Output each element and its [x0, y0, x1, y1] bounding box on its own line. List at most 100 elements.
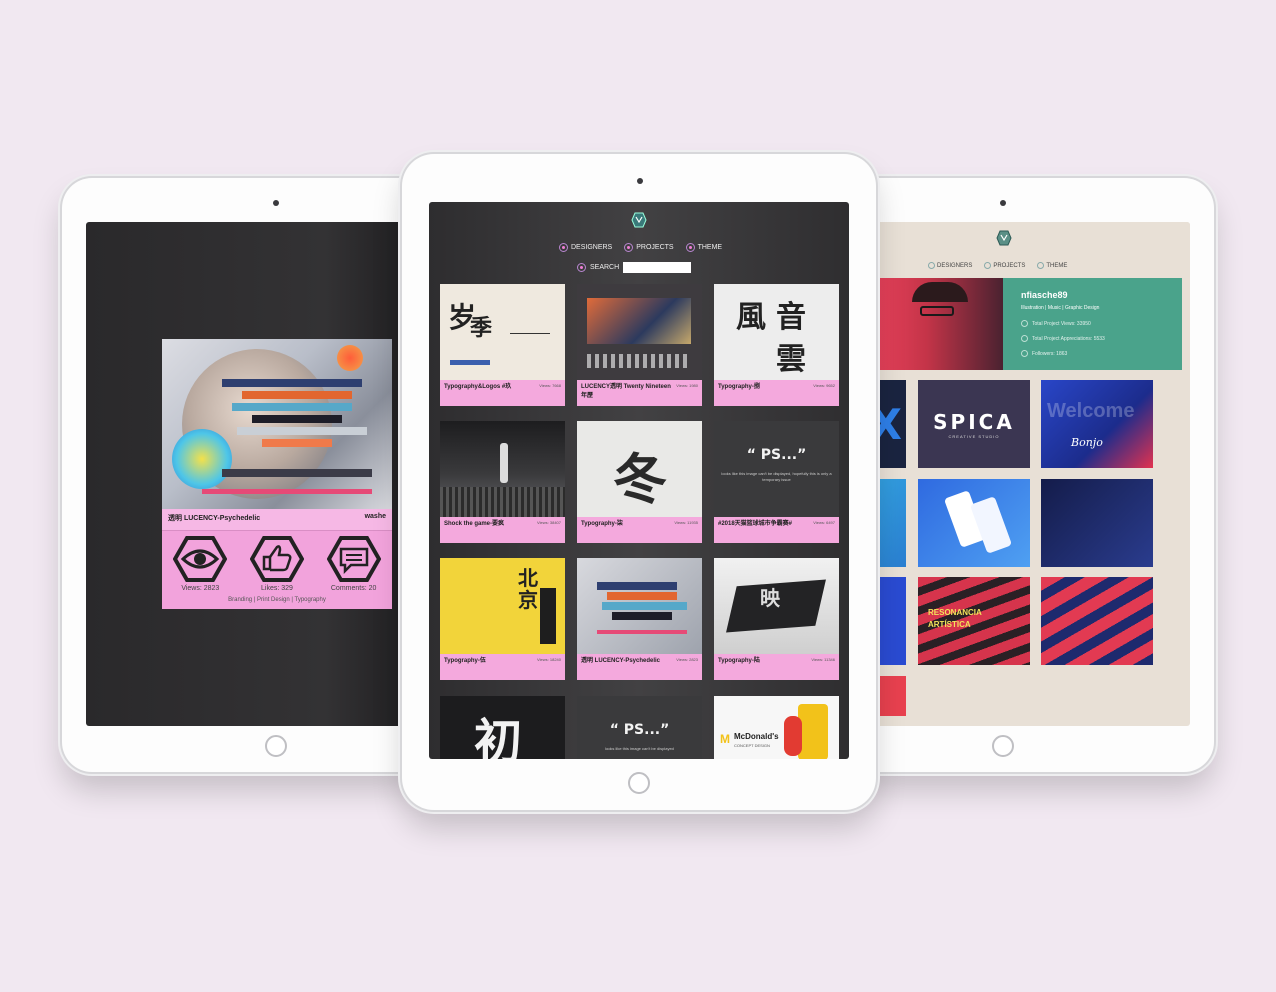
- card-views: Views: 18240: [537, 657, 561, 662]
- project-card[interactable]: 透明 LUCENCY-Psychedelic Views: 2823: [577, 558, 702, 680]
- project-thumbnail: 冬: [577, 421, 702, 517]
- broken-image-note: looks like this image can't be displayed…: [721, 471, 832, 482]
- card-title: #2018天猫篮球城市争霸赛#: [718, 521, 793, 527]
- comments-stat[interactable]: Comments: 20: [318, 535, 390, 592]
- views-icon: [1021, 320, 1028, 327]
- card-title: Typography-柒: [581, 521, 623, 527]
- home-button[interactable]: [628, 772, 650, 794]
- project-card[interactable]: Shock the game-要疯 Views: 38407: [440, 421, 565, 543]
- comment-icon[interactable]: [326, 535, 381, 583]
- project-card[interactable]: 岁 季 Typography&Logos #玖 Views: 7668: [440, 284, 565, 406]
- project-tile[interactable]: Welcome Bonjo: [1041, 380, 1153, 468]
- search-label: SEARCH: [590, 264, 620, 271]
- project-card[interactable]: “ PS...” looks like this image can't be …: [577, 696, 702, 759]
- card-views: Views: 11346: [811, 657, 835, 662]
- project-tile[interactable]: RESONANCIA ARTÍSTICA: [918, 577, 1030, 665]
- card-views: Views: 6497: [813, 520, 835, 525]
- search-input[interactable]: [623, 262, 692, 273]
- home-button[interactable]: [992, 735, 1014, 757]
- projects-icon: [984, 262, 992, 269]
- card-views: Views: 1980: [676, 383, 698, 388]
- spica-logo-text: SPICA: [933, 410, 1015, 434]
- total-views: Total Project Views: 33950: [1032, 320, 1091, 327]
- project-card[interactable]: “ PS...” looks like this image can't be …: [714, 421, 839, 543]
- camera-dot: [1000, 200, 1006, 206]
- thumbnail-glyph: 季: [470, 315, 493, 341]
- thumbnail-glyph: 初: [474, 714, 523, 759]
- camera-dot: [273, 200, 279, 206]
- broken-image-message: “ PS...”: [746, 447, 807, 463]
- project-card[interactable]: 北 京 Typography-伍 Views: 18240: [440, 558, 565, 680]
- project-artwork: [162, 339, 392, 509]
- card-title: LUCENCY透明 Twenty Nineteen 年歷: [581, 384, 671, 399]
- project-thumbnail: 風 音 雲: [714, 284, 839, 380]
- project-thumbnail: 岁 季: [440, 284, 565, 380]
- thumbnail-glyph: 雲: [776, 342, 806, 377]
- project-title: 透明 LUCENCY-Psychedelic: [168, 515, 261, 522]
- thumbs-up-icon[interactable]: [249, 535, 304, 583]
- designer-name: nfiasche89: [1021, 290, 1068, 300]
- center-tablet: DESIGNERS PROJECTS THEME SEARCH 岁 季 Typo…: [402, 154, 876, 810]
- project-tile[interactable]: SPICA CREATIVE STUDIO: [918, 380, 1030, 468]
- theme-icon: [685, 243, 695, 252]
- followers-icon: [1021, 350, 1028, 357]
- card-title: Typography-陆: [718, 658, 760, 664]
- project-thumbnail: 初: [440, 696, 565, 759]
- camera-dot: [637, 178, 643, 184]
- card-title: Shock the game-要疯: [444, 521, 505, 527]
- project-card[interactable]: 映 Typography-陆 Views: 11346: [714, 558, 839, 680]
- likes-stat[interactable]: Likes: 329: [241, 535, 313, 592]
- broken-image-note: looks like this image can't be displayed: [605, 746, 674, 751]
- project-card[interactable]: 冬 Typography-柒 Views: 11935: [577, 421, 702, 543]
- card-views: Views: 2823: [676, 657, 698, 662]
- card-views: Views: 7668: [539, 383, 561, 388]
- search-icon[interactable]: [577, 263, 586, 272]
- project-tile[interactable]: [1041, 577, 1153, 665]
- thumbnail-glyph: 京: [518, 588, 538, 612]
- thumbnail-glyph: 冬: [613, 447, 667, 511]
- project-card[interactable]: 初: [440, 696, 565, 759]
- views-stat: Views: 2823: [164, 535, 236, 592]
- nav-designers-label: DESIGNERS: [937, 262, 973, 269]
- card-views: Views: 11935: [674, 520, 698, 525]
- card-title: 透明 LUCENCY-Psychedelic: [581, 658, 661, 664]
- thumbnail-glyph: 風: [736, 300, 766, 335]
- project-tile[interactable]: [1041, 479, 1153, 567]
- thumbnail-glyph: 映: [760, 586, 780, 610]
- project-tile[interactable]: [918, 479, 1030, 567]
- appreciation-icon: [1021, 335, 1028, 342]
- eye-icon: [173, 536, 228, 582]
- total-appreciations: Total Project Appreciations: 5533: [1032, 335, 1105, 342]
- main-nav: DESIGNERS PROJECTS THEME: [559, 243, 722, 252]
- center-screen: DESIGNERS PROJECTS THEME SEARCH 岁 季 Typo…: [429, 202, 849, 759]
- nav-designers[interactable]: DESIGNERS: [559, 243, 612, 252]
- nav-designers[interactable]: DESIGNERS: [928, 262, 972, 269]
- project-thumbnail: “ PS...” looks like this image can't be …: [714, 421, 839, 517]
- project-thumbnail: [577, 284, 702, 380]
- home-button[interactable]: [265, 735, 287, 757]
- card-views: Views: 38407: [537, 520, 561, 525]
- nav-theme[interactable]: THEME: [685, 243, 723, 252]
- nav-theme[interactable]: THEME: [1037, 262, 1067, 269]
- project-card[interactable]: M McDonald's CONCEPT DESIGN: [714, 696, 839, 759]
- stats-row: Views: 2823 Likes: 329 Comments: 20: [162, 531, 392, 592]
- nav-theme-label: THEME: [697, 244, 723, 251]
- logo-icon[interactable]: [996, 230, 1012, 246]
- nav-projects[interactable]: PROJECTS: [984, 262, 1025, 269]
- designer-roles: Illustration | Music | Graphic Design: [1021, 305, 1100, 311]
- logo-icon[interactable]: [631, 212, 647, 228]
- theme-icon: [1037, 262, 1045, 269]
- designers-icon: [559, 243, 568, 252]
- nav-projects[interactable]: PROJECTS: [624, 243, 674, 252]
- project-thumbnail: M McDonald's CONCEPT DESIGN: [714, 696, 839, 759]
- mcdonalds-arches-icon: M: [720, 732, 730, 746]
- project-thumbnail: [577, 558, 702, 654]
- project-card[interactable]: LUCENCY透明 Twenty Nineteen 年歷 Views: 1980: [577, 284, 702, 406]
- card-views: Views: 9652: [813, 383, 835, 388]
- project-detail-card[interactable]: 透明 LUCENCY-Psychedelic washe Views: 2823: [162, 339, 392, 609]
- project-card[interactable]: 風 音 雲 Typography-捌 Views: 9652: [714, 284, 839, 406]
- project-author[interactable]: washe: [365, 513, 386, 530]
- resonancia-artwork-text: RESONANCIA ARTÍSTICA: [928, 608, 982, 629]
- comments-count: Comments: 20: [330, 585, 377, 592]
- project-thumbnail: [440, 421, 565, 517]
